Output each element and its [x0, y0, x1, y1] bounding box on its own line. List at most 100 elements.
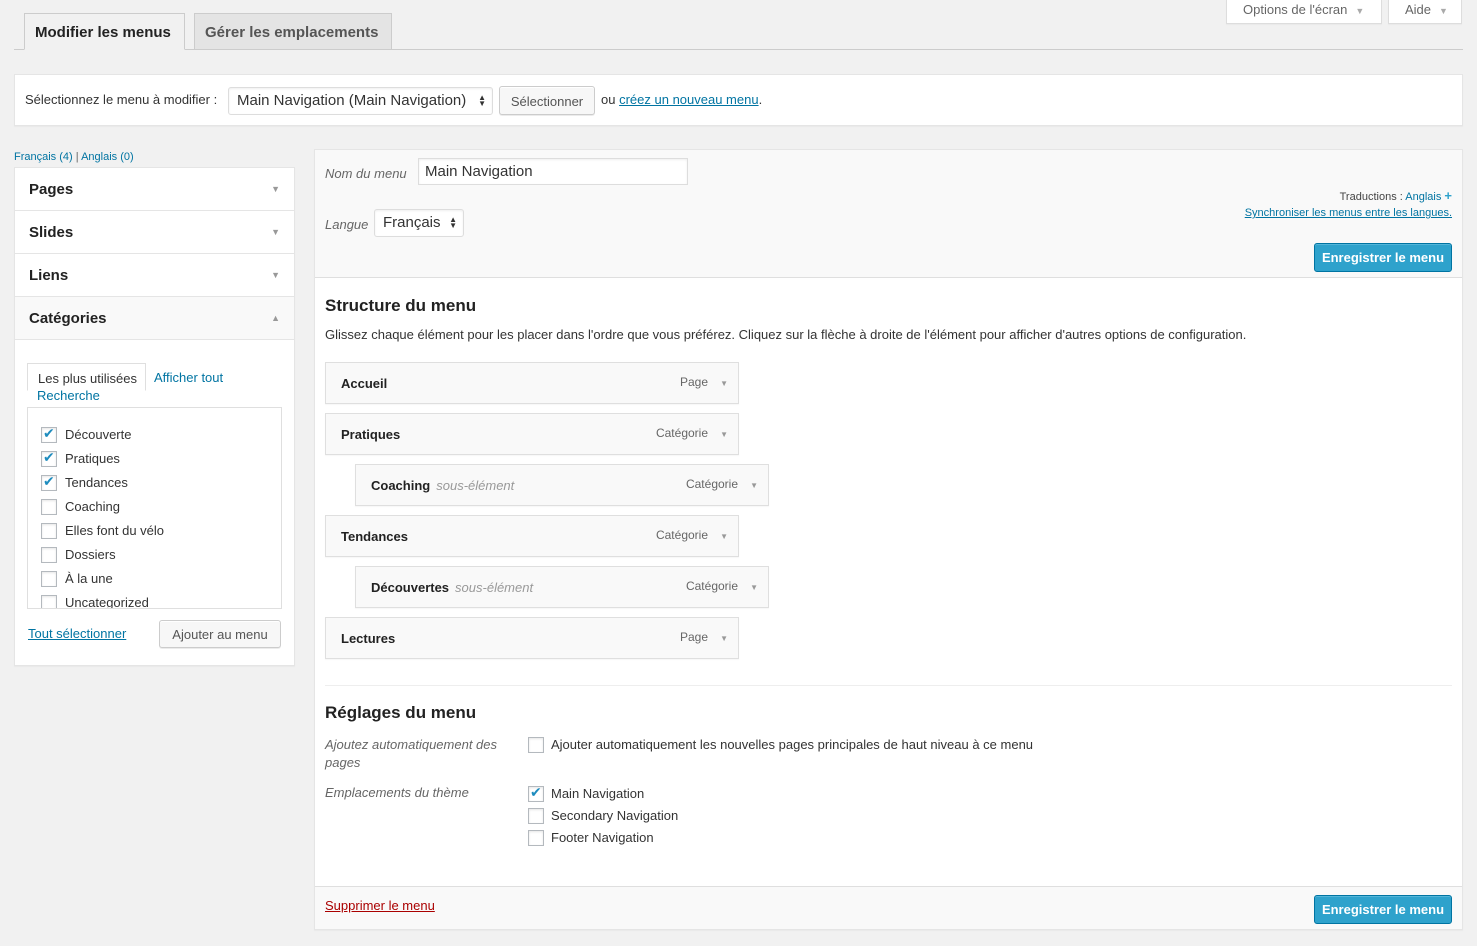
select-menu-prompt: Sélectionnez le menu à modifier : — [25, 92, 218, 107]
save-menu-button-top[interactable]: Enregistrer le menu — [1314, 243, 1452, 272]
screen-options-button[interactable]: Options de l'écran ▼ — [1226, 0, 1382, 24]
menu-item-type: Page — [679, 630, 708, 644]
select-arrows-icon: ▲ ▼ — [478, 93, 486, 108]
triangle-down-icon: ▼ — [271, 184, 280, 194]
lang-en-link[interactable]: Anglais (0) — [81, 151, 134, 163]
tab-label: Gérer les emplacements — [205, 24, 379, 41]
accordion-categories[interactable]: Catégories ▲ — [15, 297, 294, 340]
category-label: Pratiques — [65, 451, 120, 466]
menu-item-title: Tendances — [341, 529, 408, 544]
settings-divider — [325, 685, 1452, 686]
category-checkbox[interactable] — [41, 571, 57, 587]
category-checkbox[interactable] — [41, 523, 57, 539]
tab-show-all[interactable]: Afficher tout — [154, 370, 223, 385]
category-checkbox[interactable] — [41, 547, 57, 563]
sync-menus-link[interactable]: Synchroniser les menus entre les langues… — [1245, 207, 1452, 219]
tab-most-used[interactable]: Les plus utilisées — [27, 363, 146, 391]
theme-locations-label: Emplacements du thème — [325, 785, 469, 800]
triangle-down-icon[interactable]: ▼ — [720, 634, 728, 643]
menu-item-title: Lectures — [341, 631, 396, 646]
auto-add-label: Ajoutez automatiquement des pages — [325, 737, 497, 770]
screen-options-label: Options de l'écran — [1243, 2, 1348, 17]
triangle-down-icon: ▼ — [271, 270, 280, 280]
categories-checklist[interactable]: Découverte Pratiques Tendances Coaching … — [27, 407, 282, 609]
lang-fr-link[interactable]: Français (4) — [14, 151, 73, 163]
accordion-label: Slides — [29, 224, 74, 241]
help-label: Aide — [1405, 2, 1432, 17]
location-checkbox[interactable] — [528, 808, 544, 824]
structure-description: Glissez chaque élément pour les placer d… — [325, 327, 1247, 342]
menu-editor-footer — [315, 886, 1462, 929]
create-menu-link[interactable]: créez un nouveau menu — [619, 92, 758, 107]
auto-add-checkbox[interactable] — [528, 737, 544, 753]
menu-item-coaching[interactable]: Coaching sous-élément Catégorie ▼ — [355, 464, 769, 506]
menu-item-pratiques[interactable]: Pratiques Catégorie ▼ — [325, 413, 739, 455]
translation-en-link[interactable]: Anglais — [1405, 191, 1441, 203]
language-select-value: Français — [383, 214, 441, 231]
accordion-slides[interactable]: Slides ▼ — [15, 211, 294, 254]
menu-name-input[interactable]: Main Navigation — [418, 158, 688, 185]
menu-item-title: Coaching sous-élément — [371, 478, 515, 493]
location-checkbox[interactable] — [528, 830, 544, 846]
lang-separator: | — [75, 151, 79, 163]
menu-item-tendances[interactable]: Tendances Catégorie ▼ — [325, 515, 739, 557]
category-checkbox[interactable] — [41, 499, 57, 515]
select-arrows-icon: ▲ ▼ — [449, 215, 457, 230]
triangle-down-icon[interactable]: ▼ — [720, 532, 728, 541]
menu-item-decouvertes[interactable]: Découvertes sous-élément Catégorie ▼ — [355, 566, 769, 608]
period: . — [758, 92, 763, 107]
auto-add-option: Ajouter automatiquement les nouvelles pa… — [551, 737, 1034, 752]
category-label: Tendances — [65, 475, 128, 490]
structure-title: Structure du menu — [325, 296, 477, 315]
menu-select[interactable]: Main Navigation (Main Navigation) ▲ ▼ — [228, 87, 493, 115]
menu-item-type: Catégorie — [685, 477, 738, 491]
menu-item-type: Page — [679, 375, 708, 389]
caret-down-icon: ▼ — [1439, 6, 1448, 16]
category-checkbox[interactable] — [41, 425, 57, 443]
menu-item-title: Accueil — [341, 376, 388, 391]
accordion-links[interactable]: Liens ▼ — [15, 254, 294, 297]
triangle-down-icon[interactable]: ▼ — [750, 583, 758, 592]
category-label: Découverte — [65, 427, 132, 442]
language-select[interactable]: Français ▲ ▼ — [374, 209, 464, 237]
menu-select-bar: Sélectionnez le menu à modifier : Main N… — [14, 74, 1463, 126]
menu-item-accueil[interactable]: Accueil Page ▼ — [325, 362, 739, 404]
category-checkbox[interactable] — [41, 473, 57, 491]
help-button[interactable]: Aide ▼ — [1388, 0, 1462, 24]
select-all-link[interactable]: Tout sélectionner — [28, 626, 126, 641]
sub-item-label: sous-élément — [455, 580, 534, 595]
add-to-menu-button[interactable]: Ajouter au menu — [159, 620, 281, 648]
select-button[interactable]: Sélectionner — [499, 86, 595, 115]
location-checkbox[interactable] — [528, 784, 544, 802]
tab-divider — [14, 49, 1463, 50]
accordion-pages[interactable]: Pages ▼ — [15, 168, 294, 211]
menu-name-label: Nom du menu — [325, 166, 407, 181]
category-checkbox[interactable] — [41, 595, 57, 608]
save-menu-button-bottom[interactable]: Enregistrer le menu — [1314, 895, 1452, 924]
triangle-down-icon[interactable]: ▼ — [750, 481, 758, 490]
menu-item-lectures[interactable]: Lectures Page ▼ — [325, 617, 739, 659]
menu-item-type: Catégorie — [655, 528, 708, 542]
menu-item-title: Découvertes sous-élément — [371, 580, 534, 595]
accordion-label: Liens — [29, 267, 69, 284]
category-label: Elles font du vélo — [65, 523, 165, 538]
triangle-down-icon[interactable]: ▼ — [720, 379, 728, 388]
category-checkbox[interactable] — [41, 449, 57, 467]
category-label: Coaching — [65, 499, 120, 514]
tab-search[interactable]: Recherche — [37, 388, 100, 403]
tab-label: Modifier les menus — [35, 24, 171, 41]
menu-item-type: Catégorie — [655, 426, 708, 440]
location-label: Main Navigation — [551, 786, 645, 801]
delete-menu-link[interactable]: Supprimer le menu — [325, 898, 435, 913]
menu-item-title: Pratiques — [341, 427, 401, 442]
tab-edit-menus[interactable]: Modifier les menus — [24, 13, 185, 50]
category-label: À la une — [65, 571, 113, 586]
triangle-down-icon[interactable]: ▼ — [720, 430, 728, 439]
triangle-down-icon: ▼ — [271, 227, 280, 237]
caret-down-icon: ▼ — [1355, 6, 1365, 16]
tab-manage-locations[interactable]: Gérer les emplacements — [194, 13, 392, 49]
menu-editor: Nom du menu Main Navigation Langue Franç… — [314, 149, 1463, 930]
location-label: Footer Navigation — [551, 830, 654, 845]
translations-info: Traductions : Anglais + — [1340, 188, 1452, 203]
plus-icon[interactable]: + — [1444, 188, 1452, 203]
